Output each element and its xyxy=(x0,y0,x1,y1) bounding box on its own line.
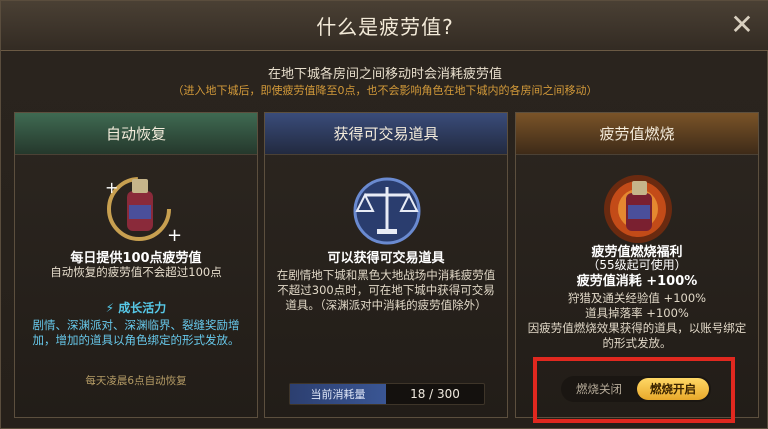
tradable-body: 在剧情地下城和黑色大地战场中消耗疲劳值不超过300点时，可在地下城中获得可交易道… xyxy=(276,268,496,312)
recovery-subtitle: 自动恢复的疲劳值不会超过100点 xyxy=(50,265,222,279)
growth-heading: ⚡ 成长活力 xyxy=(15,299,257,316)
burn-exp-bonus: 狩猎及通关经验值 +100% xyxy=(567,291,707,305)
potion-recovery-icon: + + xyxy=(105,177,182,246)
auto-recovery-card: 自动恢复 + + 每日提供100点疲劳值 自动恢复的疲劳值不会超过100点 ⚡ … xyxy=(14,112,258,418)
burn-level-note: （55级起可使用） xyxy=(587,258,687,272)
dialog-title: 什么是疲劳值? xyxy=(316,15,454,39)
meter-label: 当前消耗量 xyxy=(290,384,386,404)
recovery-title: 每日提供100点疲劳值 xyxy=(70,251,202,266)
burn-toggle-highlight: 燃烧关闭 燃烧开启 xyxy=(533,357,735,423)
card-header: 疲劳值燃烧 xyxy=(516,113,758,155)
fatigue-dialog: 什么是疲劳值? ✕ 在地下城各房间之间移动时会消耗疲劳值 （进入地下城后，即使疲… xyxy=(0,0,768,429)
burn-note: 因疲劳值燃烧效果获得的道具，以账号绑定的形式发放。 xyxy=(527,321,747,350)
svg-text:+: + xyxy=(105,178,118,197)
burning-potion-icon xyxy=(604,175,672,243)
burn-off-option[interactable]: 燃烧关闭 xyxy=(561,381,637,397)
intro-text: 在地下城各房间之间移动时会消耗疲劳值 xyxy=(267,67,502,82)
card-header: 获得可交易道具 xyxy=(265,113,507,155)
growth-label: 成长活力 xyxy=(118,301,167,315)
close-icon[interactable]: ✕ xyxy=(729,11,755,39)
svg-text:+: + xyxy=(167,225,182,246)
consumption-meter: 当前消耗量 18 / 300 xyxy=(289,383,485,405)
lightning-icon: ⚡ xyxy=(105,301,115,315)
burn-toggle[interactable]: 燃烧关闭 燃烧开启 xyxy=(561,376,711,402)
burn-consume: 疲劳值消耗 +100% xyxy=(576,274,698,289)
tradable-title: 可以获得可交易道具 xyxy=(327,251,445,266)
burn-on-option[interactable]: 燃烧开启 xyxy=(637,378,709,400)
tradable-items-card: 获得可交易道具 可以获得可交易道具 在剧情地下城和黑色大地战场中消耗疲劳值不超过… xyxy=(264,112,508,418)
card-header: 自动恢复 xyxy=(15,113,257,155)
meter-value: 18 / 300 xyxy=(410,387,460,401)
daily-note: 每天凌晨6点自动恢复 xyxy=(85,375,187,387)
dialog-titlebar: 什么是疲劳值? ✕ xyxy=(1,1,768,51)
intro-note: （进入地下城后，即使疲劳值降至0点，也不会影响角色在地下城内的各房间之间移动） xyxy=(172,84,598,97)
scales-icon xyxy=(353,177,421,245)
growth-text: 剧情、深渊派对、深渊临界、裂缝奖励增加，增加的道具以角色绑定的形式发放。 xyxy=(32,318,240,347)
burn-drop-bonus: 道具掉落率 +100% xyxy=(585,306,689,320)
